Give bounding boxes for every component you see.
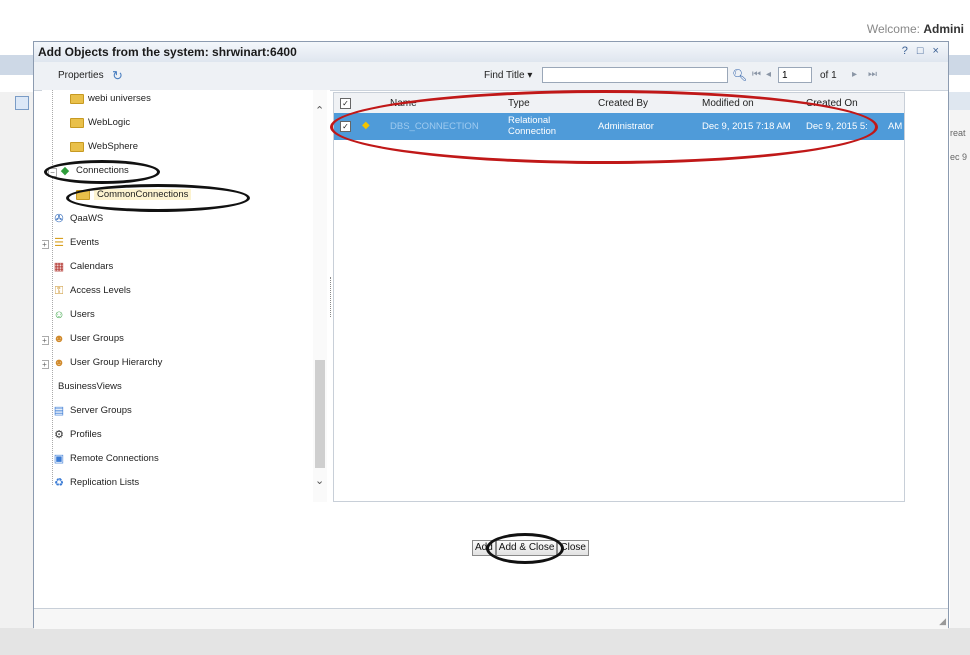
replication-icon: ♻ bbox=[54, 477, 64, 489]
calendar-icon: ▦ bbox=[53, 261, 65, 273]
expand-icon[interactable]: + bbox=[42, 240, 49, 249]
last-page-icon[interactable]: ⏭︎ bbox=[868, 69, 877, 80]
welcome-user: Admini bbox=[923, 22, 964, 36]
tree-item-label: Calendars bbox=[70, 261, 114, 272]
tree-item-server-groups[interactable]: ▤ Server Groups bbox=[52, 402, 132, 420]
find-title-dropdown[interactable]: Find Title ▾ bbox=[484, 70, 532, 81]
user-icon: ☺ bbox=[53, 309, 65, 321]
tree-item-label: QaaWS bbox=[70, 213, 104, 224]
tree-item-calendars[interactable]: ▦ Calendars bbox=[52, 258, 114, 276]
next-page-icon[interactable]: ▸ bbox=[852, 69, 857, 80]
annotation-ellipse-add-close bbox=[486, 533, 564, 564]
key-icon: ⚿ bbox=[54, 285, 64, 297]
tree-item-label: User Group Hierarchy bbox=[70, 357, 163, 368]
tree-item-label: User Groups bbox=[70, 333, 124, 344]
tree-scrollbar[interactable]: ⌃ ⌄ bbox=[313, 90, 327, 502]
tree-item-events[interactable]: ☰ Events bbox=[52, 234, 99, 252]
folder-icon bbox=[70, 94, 84, 104]
tree-item-user-group-hierarchy[interactable]: ☻ User Group Hierarchy bbox=[52, 354, 162, 372]
tree-item-label: WebLogic bbox=[88, 117, 131, 128]
tree-item-profiles[interactable]: ⚙ Profiles bbox=[52, 426, 102, 444]
tree-item-label: WebSphere bbox=[88, 141, 138, 152]
tree-item-label: Access Levels bbox=[70, 285, 131, 296]
annotation-ellipse-selected-row bbox=[330, 90, 878, 164]
folder-icon bbox=[70, 118, 84, 128]
find-title-input[interactable] bbox=[542, 67, 728, 83]
tree-item-label: Users bbox=[70, 309, 95, 320]
background-header bbox=[0, 0, 970, 40]
dialog-status-bar: ◢ bbox=[34, 608, 948, 629]
scroll-up-icon[interactable]: ⌃ bbox=[315, 104, 324, 117]
tree-item-label: webi universes bbox=[88, 93, 151, 104]
expand-icon[interactable]: + bbox=[42, 336, 49, 345]
welcome-prefix: Welcome: bbox=[866, 22, 924, 36]
welcome-text: Welcome: Admini bbox=[867, 22, 964, 36]
page-count: of 1 bbox=[820, 70, 837, 81]
background-cell-snippet: ec 9 bbox=[950, 152, 968, 162]
dialog-titlebar[interactable]: Add Objects from the system: shrwinart:6… bbox=[34, 42, 948, 63]
tree-item-replication-lists[interactable]: ♻ Replication Lists bbox=[52, 474, 139, 492]
expand-icon[interactable]: + bbox=[42, 360, 49, 369]
tree-item-label: Replication Lists bbox=[70, 477, 140, 488]
folder-tree: webi universes WebLogic WebSphere − ◆ Con… bbox=[42, 90, 330, 502]
select-all-checkbox[interactable]: ✓ bbox=[340, 98, 351, 109]
scrollbar-thumb[interactable] bbox=[315, 360, 325, 468]
events-icon: ☰ bbox=[54, 237, 64, 249]
folder-icon bbox=[70, 142, 84, 152]
tree-item-remote-connections[interactable]: ▣ Remote Connections bbox=[52, 450, 159, 468]
annotation-ellipse-commonconnections bbox=[66, 184, 250, 212]
tree-item-label: BusinessViews bbox=[58, 381, 122, 392]
first-page-icon[interactable]: ⏮︎ bbox=[752, 69, 761, 80]
tree-item-websphere[interactable]: WebSphere bbox=[70, 138, 138, 156]
user-group-hierarchy-icon: ☻ bbox=[53, 357, 65, 369]
background-left-strip bbox=[0, 92, 34, 655]
profile-icon: ⚙ bbox=[54, 429, 64, 441]
tree-item-user-groups[interactable]: ☻ User Groups bbox=[52, 330, 124, 348]
background-right-panel bbox=[950, 110, 970, 655]
page-number-input[interactable] bbox=[778, 67, 812, 83]
tree-item-weblogic[interactable]: WebLogic bbox=[70, 114, 130, 132]
resize-grip-icon[interactable]: ◢ bbox=[939, 616, 946, 627]
background-panel-icon[interactable] bbox=[15, 96, 29, 110]
qaaws-icon: ✇ bbox=[54, 213, 64, 225]
binoculars-search-icon[interactable]: 🔍︎ bbox=[732, 68, 747, 82]
scroll-down-icon[interactable]: ⌄ bbox=[315, 474, 324, 487]
user-group-icon: ☻ bbox=[53, 333, 65, 345]
prev-page-icon[interactable]: ◂ bbox=[766, 69, 771, 80]
background-column-snippet: reat bbox=[950, 128, 966, 138]
server-group-icon: ▤ bbox=[53, 405, 65, 417]
dialog-window-controls[interactable]: ? □ × bbox=[902, 45, 942, 57]
tree-item-label: Remote Connections bbox=[70, 453, 159, 464]
tree-item-businessviews[interactable]: BusinessViews bbox=[58, 378, 122, 396]
tree-item-access-levels[interactable]: ⚿ Access Levels bbox=[52, 282, 131, 300]
tree-item-webi-universes[interactable]: webi universes bbox=[70, 90, 151, 108]
tree-item-qaaws[interactable]: ✇ QaaWS bbox=[52, 210, 103, 228]
refresh-icon[interactable]: ↻ bbox=[112, 68, 123, 84]
tree-item-users[interactable]: ☺ Users bbox=[52, 306, 95, 324]
dialog-toolbar: Properties ↻ Find Title ▾ 🔍︎ ⏮︎ ◂ of 1 ▸… bbox=[34, 62, 948, 91]
tree-item-label: Server Groups bbox=[70, 405, 132, 416]
annotation-ellipse-connections bbox=[44, 160, 160, 184]
properties-button[interactable]: Properties bbox=[58, 70, 104, 81]
dialog-title: Add Objects from the system: shrwinart:6… bbox=[38, 45, 297, 59]
row-created-on-tail: AM bbox=[888, 121, 903, 132]
remote-connection-icon: ▣ bbox=[53, 453, 65, 465]
tree-item-label: Profiles bbox=[70, 429, 102, 440]
background-bottom-band bbox=[0, 628, 970, 655]
tree-item-label: Events bbox=[70, 237, 100, 248]
